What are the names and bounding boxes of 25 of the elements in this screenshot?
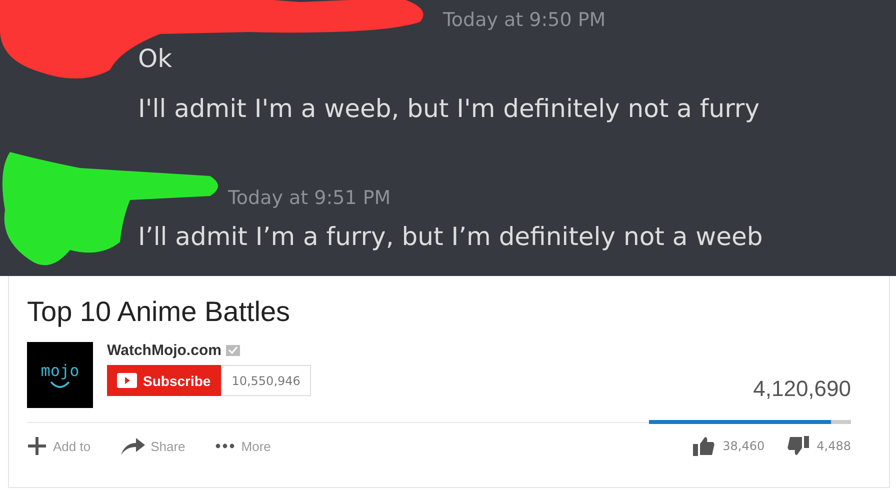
like-count: 38,460 [722, 439, 765, 453]
subscribe-button[interactable]: Subscribe [107, 365, 221, 396]
subscriber-count: 10,550,946 [220, 365, 312, 396]
message-text: I’ll admit I’m a furry, but I’m definitely not a weeb [138, 221, 764, 253]
channel-name[interactable]: WatchMojo.com [107, 342, 222, 359]
channel-avatar[interactable]: mojo [27, 342, 93, 408]
thumbs-down-icon[interactable] [786, 436, 809, 456]
message-timestamp: Today at 9:51 PM [228, 186, 392, 211]
message-text: I'll admit I'm a weeb, but I'm definitely not a furry [138, 93, 760, 125]
video-title: Top 10 Anime Battles [27, 296, 292, 328]
play-icon [117, 373, 137, 388]
avatar-logo-text: mojo [40, 360, 80, 380]
share-button[interactable]: Share [120, 436, 186, 456]
thumbs-up-icon[interactable] [692, 436, 715, 456]
message-text: Ok [138, 43, 174, 75]
verified-icon [226, 345, 240, 356]
dislike-count: 4,488 [816, 439, 851, 453]
view-count: 4,120,690 [753, 376, 851, 402]
plus-icon [27, 436, 47, 456]
add-button[interactable]: Add to [27, 436, 91, 456]
dots-icon [215, 443, 236, 449]
message-timestamp: Today at 9:50 PM [443, 8, 607, 33]
smile-icon [49, 380, 71, 390]
share-arrow-icon [120, 437, 145, 455]
more-button[interactable]: More [215, 436, 271, 456]
